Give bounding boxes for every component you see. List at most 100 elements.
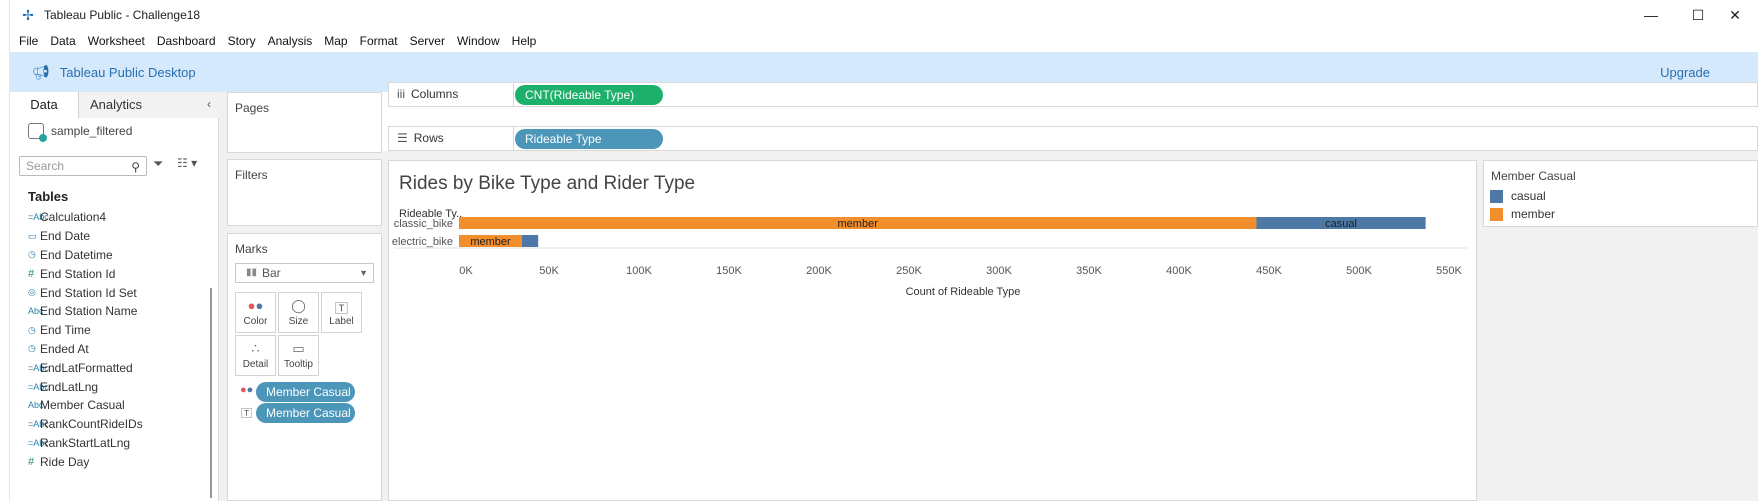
banner-title: Tableau Public Desktop	[59, 64, 196, 80]
color-legend: Member Casual casual member	[1483, 160, 1758, 227]
color-button[interactable]: ●● Color	[235, 292, 276, 333]
menu-data[interactable]: Data	[50, 34, 75, 48]
x-axis-title: Count of Rideable Type	[906, 286, 1021, 298]
marks-title: Marks	[235, 242, 268, 256]
menu-dashboard[interactable]: Dashboard	[157, 34, 216, 48]
label-encoding-icon: 🅃︎	[241, 408, 252, 420]
field-list-scrollbar[interactable]	[210, 188, 214, 498]
filters-card[interactable]: Filters	[227, 159, 382, 226]
member-casual-color-pill[interactable]: Member Casual	[256, 382, 355, 402]
field-item[interactable]: =Abc RankCountRideIDs	[10, 415, 205, 434]
field-item[interactable]: ◷ End Datetime	[10, 246, 205, 265]
legend-item-member[interactable]: member	[1490, 207, 1555, 221]
rows-pill[interactable]: Rideable Type	[515, 129, 663, 149]
field-item[interactable]: # End Station Id	[10, 264, 205, 283]
bar-chart-icon: ▮▮	[246, 267, 258, 278]
shelf-divider	[513, 83, 514, 106]
field-item[interactable]: # Ride Day	[10, 452, 205, 471]
menu-help[interactable]: Help	[512, 34, 537, 48]
calc-string-icon: =Abc	[28, 419, 49, 430]
view-area: Rides by Bike Type and Rider Type Rideab…	[382, 151, 1758, 501]
x-tick-label: 150K	[716, 265, 742, 277]
field-item[interactable]: =Abc Calculation4	[10, 208, 205, 227]
field-item[interactable]: =Abc EndLatLng	[10, 377, 205, 396]
legend-item-casual[interactable]: casual	[1490, 189, 1546, 203]
number-icon: #	[28, 267, 35, 280]
tableau-window: ✢ Tableau Public - Challenge18 — ☐ ✕ Fil…	[0, 0, 1758, 501]
columns-icon: iii	[397, 87, 405, 101]
field-item[interactable]: Abc End Station Name	[10, 302, 205, 321]
tooltip-icon: ▭	[292, 341, 305, 356]
view-options-icon[interactable]: ☷ ▾	[177, 156, 197, 170]
field-item[interactable]: ▭ End Date	[10, 227, 205, 246]
marks-card: Marks ▮▮ Bar ▼ ●● Color ◯ Size 🅃︎ Label …	[227, 233, 382, 501]
columns-label: iii Columns	[397, 87, 459, 101]
menu-analysis[interactable]: Analysis	[268, 34, 313, 48]
field-item[interactable]: =Abc EndLatFormatted	[10, 358, 205, 377]
bar-segment[interactable]	[522, 235, 539, 247]
x-tick-label: 500K	[1346, 265, 1372, 277]
color-encoding-icon: ●●	[240, 384, 254, 396]
x-tick-label: 400K	[1166, 265, 1192, 277]
datetime-icon: ◷	[28, 249, 36, 260]
tooltip-button[interactable]: ▭ Tooltip	[278, 335, 319, 376]
legend-swatch	[1490, 207, 1503, 221]
field-item[interactable]: ◷ Ended At	[10, 340, 205, 359]
tab-data[interactable]: Data	[10, 92, 79, 118]
menu-map[interactable]: Map	[324, 34, 347, 48]
calc-string-icon: =Abc	[28, 437, 49, 448]
detail-icon: ∴	[251, 341, 260, 356]
bar-chart[interactable]: Rideable Ty..classic_bike member casualele…	[389, 201, 1478, 311]
x-tick-label: 0K	[459, 265, 473, 277]
field-item[interactable]: ◷ End Time	[10, 321, 205, 340]
datasource-item[interactable]: sample_filtered	[28, 123, 133, 142]
menu-format[interactable]: Format	[360, 34, 398, 48]
search-input[interactable]: Search ⚲	[19, 156, 147, 176]
field-item[interactable]: Abc Member Casual	[10, 396, 205, 415]
bar-data-label: member	[470, 236, 511, 248]
calc-string-icon: =Abc	[28, 362, 49, 373]
legend-swatch	[1490, 189, 1503, 203]
tab-analytics[interactable]: Analytics	[79, 92, 219, 118]
x-tick-label: 350K	[1076, 265, 1102, 277]
menu-file[interactable]: File	[19, 34, 38, 48]
bar-data-label: casual	[1325, 218, 1357, 230]
number-icon: #	[28, 455, 35, 468]
menu-window[interactable]: Window	[457, 34, 500, 48]
scrollbar-thumb[interactable]	[210, 288, 212, 498]
menu-server[interactable]: Server	[410, 34, 445, 48]
side-tabs: Data Analytics ‹	[10, 92, 219, 118]
pages-title: Pages	[235, 101, 270, 115]
minimize-button[interactable]: —	[1628, 0, 1674, 30]
datasource-icon	[28, 123, 47, 142]
pages-card[interactable]: Pages	[227, 92, 382, 153]
menu-worksheet[interactable]: Worksheet	[88, 34, 145, 48]
columns-pill[interactable]: CNT(Rideable Type)	[515, 85, 663, 105]
field-item[interactable]: ◎ End Station Id Set	[10, 283, 205, 302]
title-bar: ✢ Tableau Public - Challenge18	[10, 0, 1758, 30]
detail-button[interactable]: ∴ Detail	[235, 335, 276, 376]
bar-data-label: member	[838, 218, 879, 230]
datasource-name: sample_filtered	[51, 124, 133, 138]
date-icon: ▭	[28, 230, 37, 241]
cards-column: Pages Filters Marks ▮▮ Bar ▼ ●● Color ◯ …	[219, 92, 382, 501]
datetime-icon: ◷	[28, 324, 36, 335]
menu-story[interactable]: Story	[228, 34, 256, 48]
member-casual-label-pill[interactable]: Member Casual	[256, 403, 355, 423]
collapse-pane-icon[interactable]: ‹	[207, 97, 211, 111]
upgrade-link[interactable]: Upgrade	[1660, 65, 1710, 80]
mark-type-select[interactable]: ▮▮ Bar ▼	[235, 263, 374, 283]
label-button[interactable]: 🅃︎ Label	[321, 292, 362, 333]
category-label: classic_bike	[394, 218, 453, 230]
close-button[interactable]: ✕	[1712, 0, 1758, 30]
filter-icon[interactable]: ⏷	[153, 156, 163, 172]
tableau-logo-icon: ✢	[22, 7, 34, 23]
x-tick-label: 100K	[626, 265, 652, 277]
x-tick-label: 550K	[1436, 265, 1462, 277]
size-button[interactable]: ◯ Size	[278, 292, 319, 333]
category-label: electric_bike	[392, 236, 453, 248]
legend-title: Member Casual	[1491, 169, 1576, 183]
mark-type-value: Bar	[262, 266, 281, 280]
window-left-edge	[0, 0, 10, 501]
field-item[interactable]: =Abc RankStartLatLng	[10, 434, 205, 453]
